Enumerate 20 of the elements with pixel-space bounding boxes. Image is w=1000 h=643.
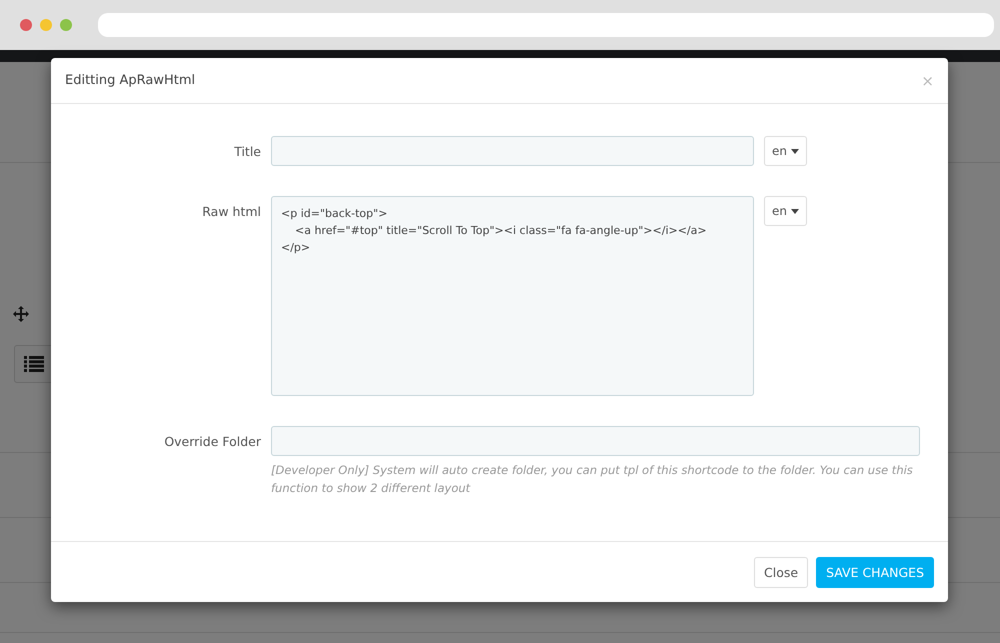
minimize-window-icon[interactable] bbox=[40, 19, 52, 31]
input-field[interactable] bbox=[271, 426, 920, 456]
close-window-icon[interactable] bbox=[20, 19, 32, 31]
maximize-window-icon[interactable] bbox=[60, 19, 72, 31]
caret-icon bbox=[791, 148, 799, 154]
list-button[interactable] bbox=[14, 345, 54, 383]
raw-html-textarea[interactable]: <p id="back-top"> <a href="#top" title="Scroll To Top"><i class="fa fa-angle-up"></i></a> </p> bbox=[271, 196, 754, 396]
help-text: [Developer Only] System will auto create folder, you can put tpl of this shortcode to the folder. You can use this function to show 2 different layout bbox=[271, 462, 914, 497]
close-button[interactable]: Close bbox=[754, 556, 808, 588]
field-label: Override Folder bbox=[164, 433, 261, 449]
input-field[interactable] bbox=[271, 136, 754, 166]
address-bar[interactable] bbox=[98, 13, 994, 37]
list-icon bbox=[24, 356, 44, 372]
field-label: Raw html bbox=[202, 203, 261, 219]
modal-title: Editting ApRawHtml bbox=[65, 73, 196, 88]
language-dropdown[interactable]: en bbox=[764, 196, 807, 226]
caret-icon bbox=[791, 208, 799, 214]
field-label: Title bbox=[234, 143, 261, 159]
language-dropdown[interactable]: en bbox=[764, 136, 807, 166]
move-icon[interactable] bbox=[13, 306, 29, 322]
